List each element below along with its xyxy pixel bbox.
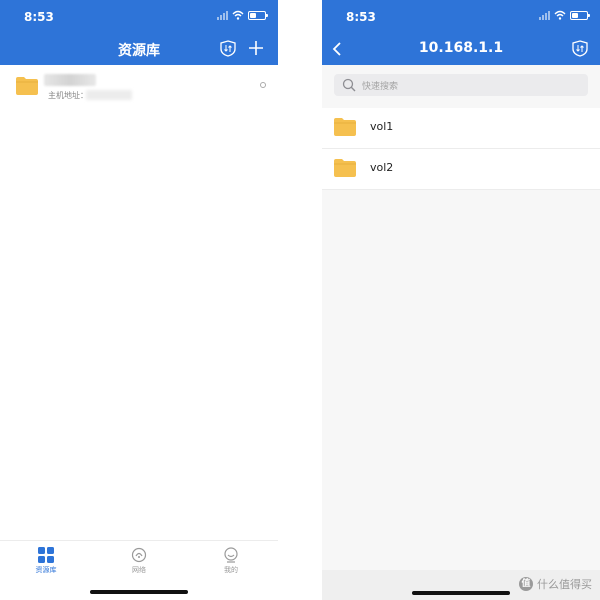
library-name-redacted <box>44 74 96 86</box>
signal-icon <box>539 10 550 20</box>
page-title: 10.168.1.1 <box>418 40 504 56</box>
header-bar: 8:53 10.168.1.1 <box>322 0 600 65</box>
tab-label: 资源库 <box>35 566 57 574</box>
search-input[interactable]: 快速搜索 <box>334 74 588 96</box>
watermark: 值 什么值得买 <box>519 576 592 592</box>
folder-icon <box>16 77 38 95</box>
signal-icon <box>217 10 228 20</box>
tab-library[interactable]: 资源库 <box>16 547 76 575</box>
page-title: 资源库 <box>118 43 160 59</box>
battery-icon <box>248 10 268 20</box>
status-time: 8:53 <box>346 10 376 24</box>
tab-network[interactable]: 网络 <box>109 547 169 575</box>
library-item[interactable]: 主机地址： <box>0 66 278 110</box>
folder-icon <box>334 159 356 177</box>
folder-list: vol1 vol2 <box>322 108 600 190</box>
tab-bar: 资源库 网络 我的 <box>0 540 278 600</box>
profile-icon <box>224 547 238 563</box>
folder-icon <box>334 118 356 136</box>
tab-label: 网络 <box>132 566 146 574</box>
status-icons <box>539 10 590 20</box>
folder-label: vol1 <box>370 120 394 133</box>
battery-icon <box>570 10 590 20</box>
status-time: 8:53 <box>24 10 54 24</box>
wifi-icon <box>554 10 566 20</box>
add-icon[interactable] <box>248 40 264 56</box>
search-icon <box>342 78 356 92</box>
folder-label: vol2 <box>370 161 394 174</box>
header-bar: 8:53 资源库 <box>0 0 278 65</box>
home-indicator <box>90 590 188 594</box>
host-label: 主机地址： <box>48 91 88 100</box>
library-screen: 8:53 资源库 主机地址： 资源库 网络 我的 <box>0 0 278 600</box>
wifi-icon <box>232 10 244 20</box>
status-icons <box>217 10 268 20</box>
network-icon <box>131 547 147 563</box>
watermark-badge: 值 <box>519 577 533 591</box>
folder-item-vol2[interactable]: vol2 <box>322 149 600 190</box>
transfer-shield-icon[interactable] <box>220 40 236 57</box>
folder-item-vol1[interactable]: vol1 <box>322 108 600 149</box>
search-placeholder: 快速搜索 <box>362 82 399 92</box>
home-indicator <box>412 591 510 595</box>
host-address-redacted <box>86 90 132 100</box>
tab-label: 我的 <box>224 566 238 574</box>
folder-browser-screen: 8:53 10.168.1.1 快速搜索 vol1 vol2 <box>322 0 600 600</box>
transfer-shield-icon[interactable] <box>572 40 588 57</box>
tab-profile[interactable]: 我的 <box>201 547 261 575</box>
watermark-text: 什么值得买 <box>537 578 592 591</box>
status-dot <box>260 82 266 88</box>
grid-icon <box>38 547 54 563</box>
